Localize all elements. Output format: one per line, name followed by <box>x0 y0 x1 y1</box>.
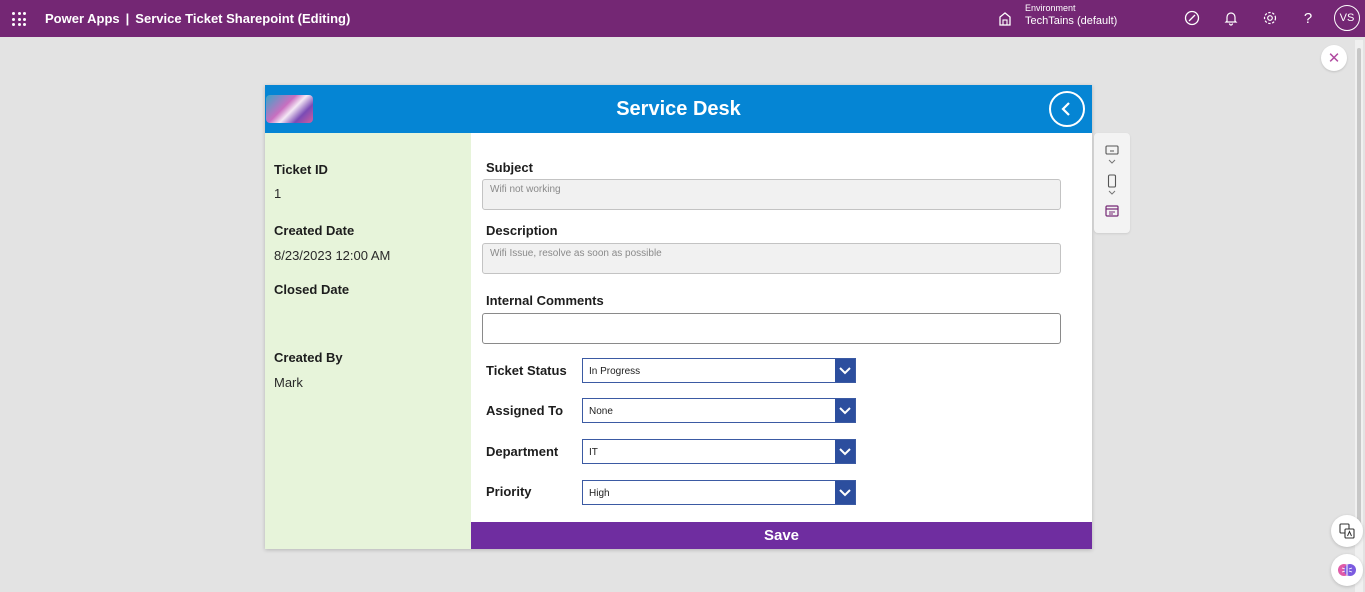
department-label: Department <box>486 444 559 459</box>
settings-gear-icon[interactable] <box>1261 9 1279 27</box>
chevron-down-icon[interactable] <box>1105 158 1119 166</box>
created-by-label: Created By <box>274 350 343 365</box>
description-field[interactable]: Wifi Issue, resolve as soon as possible <box>482 243 1061 274</box>
subject-label: Subject <box>486 160 533 175</box>
product-name: Power Apps <box>45 11 120 26</box>
chevron-down-icon[interactable] <box>1105 189 1119 197</box>
app-launcher-icon[interactable] <box>12 12 26 26</box>
ticket-status-dropdown[interactable]: In Progress <box>582 358 856 383</box>
ticket-status-label: Ticket Status <box>486 363 567 378</box>
chevron-down-icon[interactable] <box>835 359 855 382</box>
priority-label: Priority <box>486 484 532 499</box>
subject-field[interactable]: Wifi not working <box>482 179 1061 210</box>
priority-dropdown[interactable]: High <box>582 480 856 505</box>
assigned-to-label: Assigned To <box>486 403 564 418</box>
ticket-status-value: In Progress <box>589 366 641 377</box>
priority-value: High <box>589 488 610 499</box>
chevron-down-icon[interactable] <box>835 440 855 463</box>
translate-icon[interactable] <box>1331 515 1363 547</box>
calendar-icon[interactable] <box>1105 205 1119 217</box>
created-by-value: Mark <box>274 375 303 390</box>
avatar[interactable]: VS <box>1334 5 1360 31</box>
ticket-id-value: 1 <box>274 186 282 201</box>
app-canvas: Service Desk Ticket ID 1 Created Date 8/… <box>265 85 1092 549</box>
chevron-down-icon[interactable] <box>835 399 855 422</box>
screen-size-icon[interactable] <box>1105 145 1119 157</box>
assigned-to-value: None <box>589 406 613 417</box>
description-label: Description <box>486 223 558 238</box>
chevron-down-icon[interactable] <box>835 481 855 504</box>
department-dropdown[interactable]: IT <box>582 439 856 464</box>
ticket-edit-form: Subject Wifi not working Description Wif… <box>471 133 1092 522</box>
environment-icon[interactable] <box>997 11 1013 27</box>
closed-date-label: Closed Date <box>274 282 350 297</box>
created-date-label: Created Date <box>274 223 355 238</box>
department-value: IT <box>589 447 598 458</box>
app-name: Service Ticket Sharepoint (Editing) <box>135 11 351 26</box>
device-preview-toolbar <box>1094 133 1130 233</box>
scrollbar-thumb[interactable] <box>1357 48 1361 528</box>
internal-comments-label: Internal Comments <box>486 293 604 308</box>
created-date-value: 8/23/2023 12:00 AM <box>274 248 391 263</box>
app-header: Service Desk <box>265 85 1092 133</box>
page-title: Service Desk <box>616 98 741 120</box>
assigned-to-dropdown[interactable]: None <box>582 398 856 423</box>
app-title: Power Apps | Service Ticket Sharepoint (Ed… <box>45 11 350 26</box>
copilot-icon[interactable] <box>1183 9 1201 27</box>
help-icon[interactable]: ? <box>1299 9 1317 27</box>
ticket-info-panel: Ticket ID 1 Created Date 8/23/2023 12:00… <box>265 133 471 549</box>
notification-bell-icon[interactable] <box>1222 9 1240 27</box>
brain-icon[interactable] <box>1331 554 1363 586</box>
back-arrow-icon <box>1061 102 1070 116</box>
save-button[interactable]: Save <box>471 522 1092 549</box>
top-bar: Power Apps | Service Ticket Sharepoint (Ed… <box>0 0 1365 37</box>
internal-comments-field[interactable] <box>482 313 1061 344</box>
environment-name[interactable]: TechTains (default) <box>1025 15 1117 27</box>
ticket-id-label: Ticket ID <box>274 162 328 177</box>
environment-label: Environment <box>1025 3 1076 13</box>
phone-size-icon[interactable] <box>1105 174 1119 188</box>
back-button[interactable] <box>1049 91 1085 127</box>
title-separator: | <box>125 11 130 26</box>
close-icon[interactable]: ✕ <box>1321 45 1347 71</box>
